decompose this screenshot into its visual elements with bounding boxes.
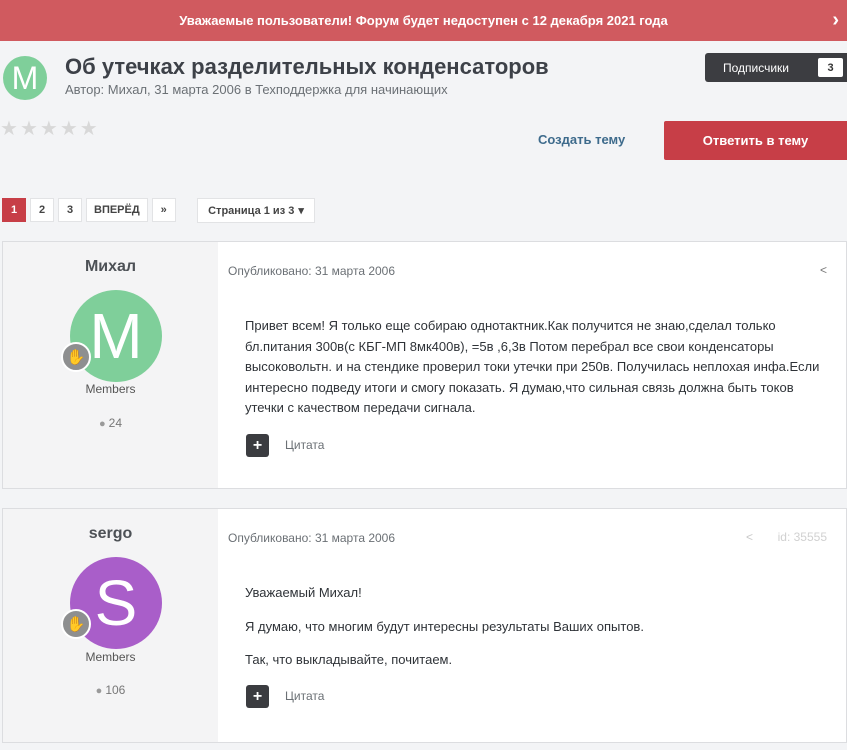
post-id: id: 35555 xyxy=(777,530,827,544)
post-paragraph: Я думаю, что многим будут интересны резу… xyxy=(245,618,644,634)
page-jump-dropdown[interactable]: Страница 1 из 3 ▾ xyxy=(197,198,315,223)
plus-icon[interactable]: + xyxy=(246,685,269,708)
page-3-button[interactable]: 3 xyxy=(58,198,82,222)
comment-icon: ● xyxy=(95,685,103,697)
post-body: Привет всем! Я только еще собираю однота… xyxy=(245,316,825,432)
quote-button[interactable]: Цитата xyxy=(285,689,324,703)
post: sergo S ✋ Members ● 106 Опубликовано: 31 … xyxy=(2,508,847,743)
comment-icon: ● xyxy=(98,418,106,430)
post-arrow xyxy=(218,523,228,543)
post: Михал M ✋ Members ● 24 Опубликовано: 31 м… xyxy=(2,241,847,489)
forum-link[interactable]: Техподдержка для начинающих xyxy=(255,82,447,97)
announcement-text: Уважаемые пользователи! Форум будет недо… xyxy=(179,13,668,28)
avatar-letter: M xyxy=(89,300,143,372)
star-icon[interactable]: ★ xyxy=(20,119,38,139)
star-icon[interactable]: ★ xyxy=(80,119,98,139)
member-group: Members xyxy=(85,382,136,396)
quote-button[interactable]: Цитата xyxy=(285,438,324,452)
topic-meta: Автор: Михал, 31 марта 2006 в Техподдерж… xyxy=(65,82,448,97)
avatar-letter: M xyxy=(11,59,39,96)
plus-icon[interactable]: + xyxy=(246,434,269,457)
create-topic-link[interactable]: Создать тему xyxy=(538,132,625,147)
page-2-button[interactable]: 2 xyxy=(30,198,54,222)
caret-down-icon: ▾ xyxy=(298,205,304,217)
followers-count: 3 xyxy=(818,58,843,77)
post-body: Уважаемый Михал! Я думаю, что многим буд… xyxy=(245,583,825,684)
post-username[interactable]: Михал xyxy=(3,258,218,276)
post-paragraph: Уважаемый Михал! xyxy=(245,585,362,600)
page-jump-label: Страница 1 из 3 xyxy=(208,204,295,217)
post-count: ● 106 xyxy=(3,683,218,697)
last-page-button[interactable]: » xyxy=(151,198,176,222)
page-title: Об утечках разделительных конденсаторов xyxy=(65,54,549,79)
post-paragraph: Привет всем! Я только еще собираю однота… xyxy=(245,318,820,415)
page-1-button[interactable]: 1 xyxy=(2,198,26,222)
post-paragraph: Так, что выкладывайте, почитаем. xyxy=(245,652,453,667)
followers-button[interactable]: Подписчики 3 xyxy=(705,53,847,82)
share-icon[interactable]: < xyxy=(746,530,753,544)
chevron-right-icon[interactable]: › xyxy=(832,9,839,31)
post-count: ● 24 xyxy=(3,416,218,430)
reply-button[interactable]: Ответить в тему xyxy=(664,121,847,160)
member-group: Members xyxy=(85,650,136,664)
share-icon[interactable]: < xyxy=(820,263,827,277)
star-icon[interactable]: ★ xyxy=(0,119,18,139)
meta-in: в xyxy=(244,82,252,97)
next-page-button[interactable]: ВПЕРЁД xyxy=(86,198,148,222)
post-published: Опубликовано: 31 марта 2006 xyxy=(228,531,396,545)
rank-badge-icon: ✋ xyxy=(61,342,91,372)
followers-label: Подписчики xyxy=(723,60,790,75)
post-arrow xyxy=(218,256,228,276)
author-link[interactable]: Михал, xyxy=(108,82,151,97)
avatar-letter: S xyxy=(94,567,138,639)
star-icon[interactable]: ★ xyxy=(60,119,78,139)
rank-badge-icon: ✋ xyxy=(61,609,91,639)
topic-author-avatar[interactable]: M xyxy=(3,56,47,100)
announcement-banner[interactable]: Уважаемые пользователи! Форум будет недо… xyxy=(0,0,847,41)
post-published: Опубликовано: 31 марта 2006 xyxy=(228,264,396,278)
pagination: 1 2 3 ВПЕРЁД » xyxy=(2,198,180,222)
topic-date: 31 марта 2006 xyxy=(154,82,242,97)
rating-stars[interactable]: ★ ★ ★ ★ ★ xyxy=(0,119,98,139)
post-count-value: 24 xyxy=(108,416,122,430)
post-username[interactable]: sergo xyxy=(3,525,218,543)
post-count-value: 106 xyxy=(105,683,126,697)
star-icon[interactable]: ★ xyxy=(40,119,58,139)
meta-prefix: Автор: xyxy=(65,82,105,97)
